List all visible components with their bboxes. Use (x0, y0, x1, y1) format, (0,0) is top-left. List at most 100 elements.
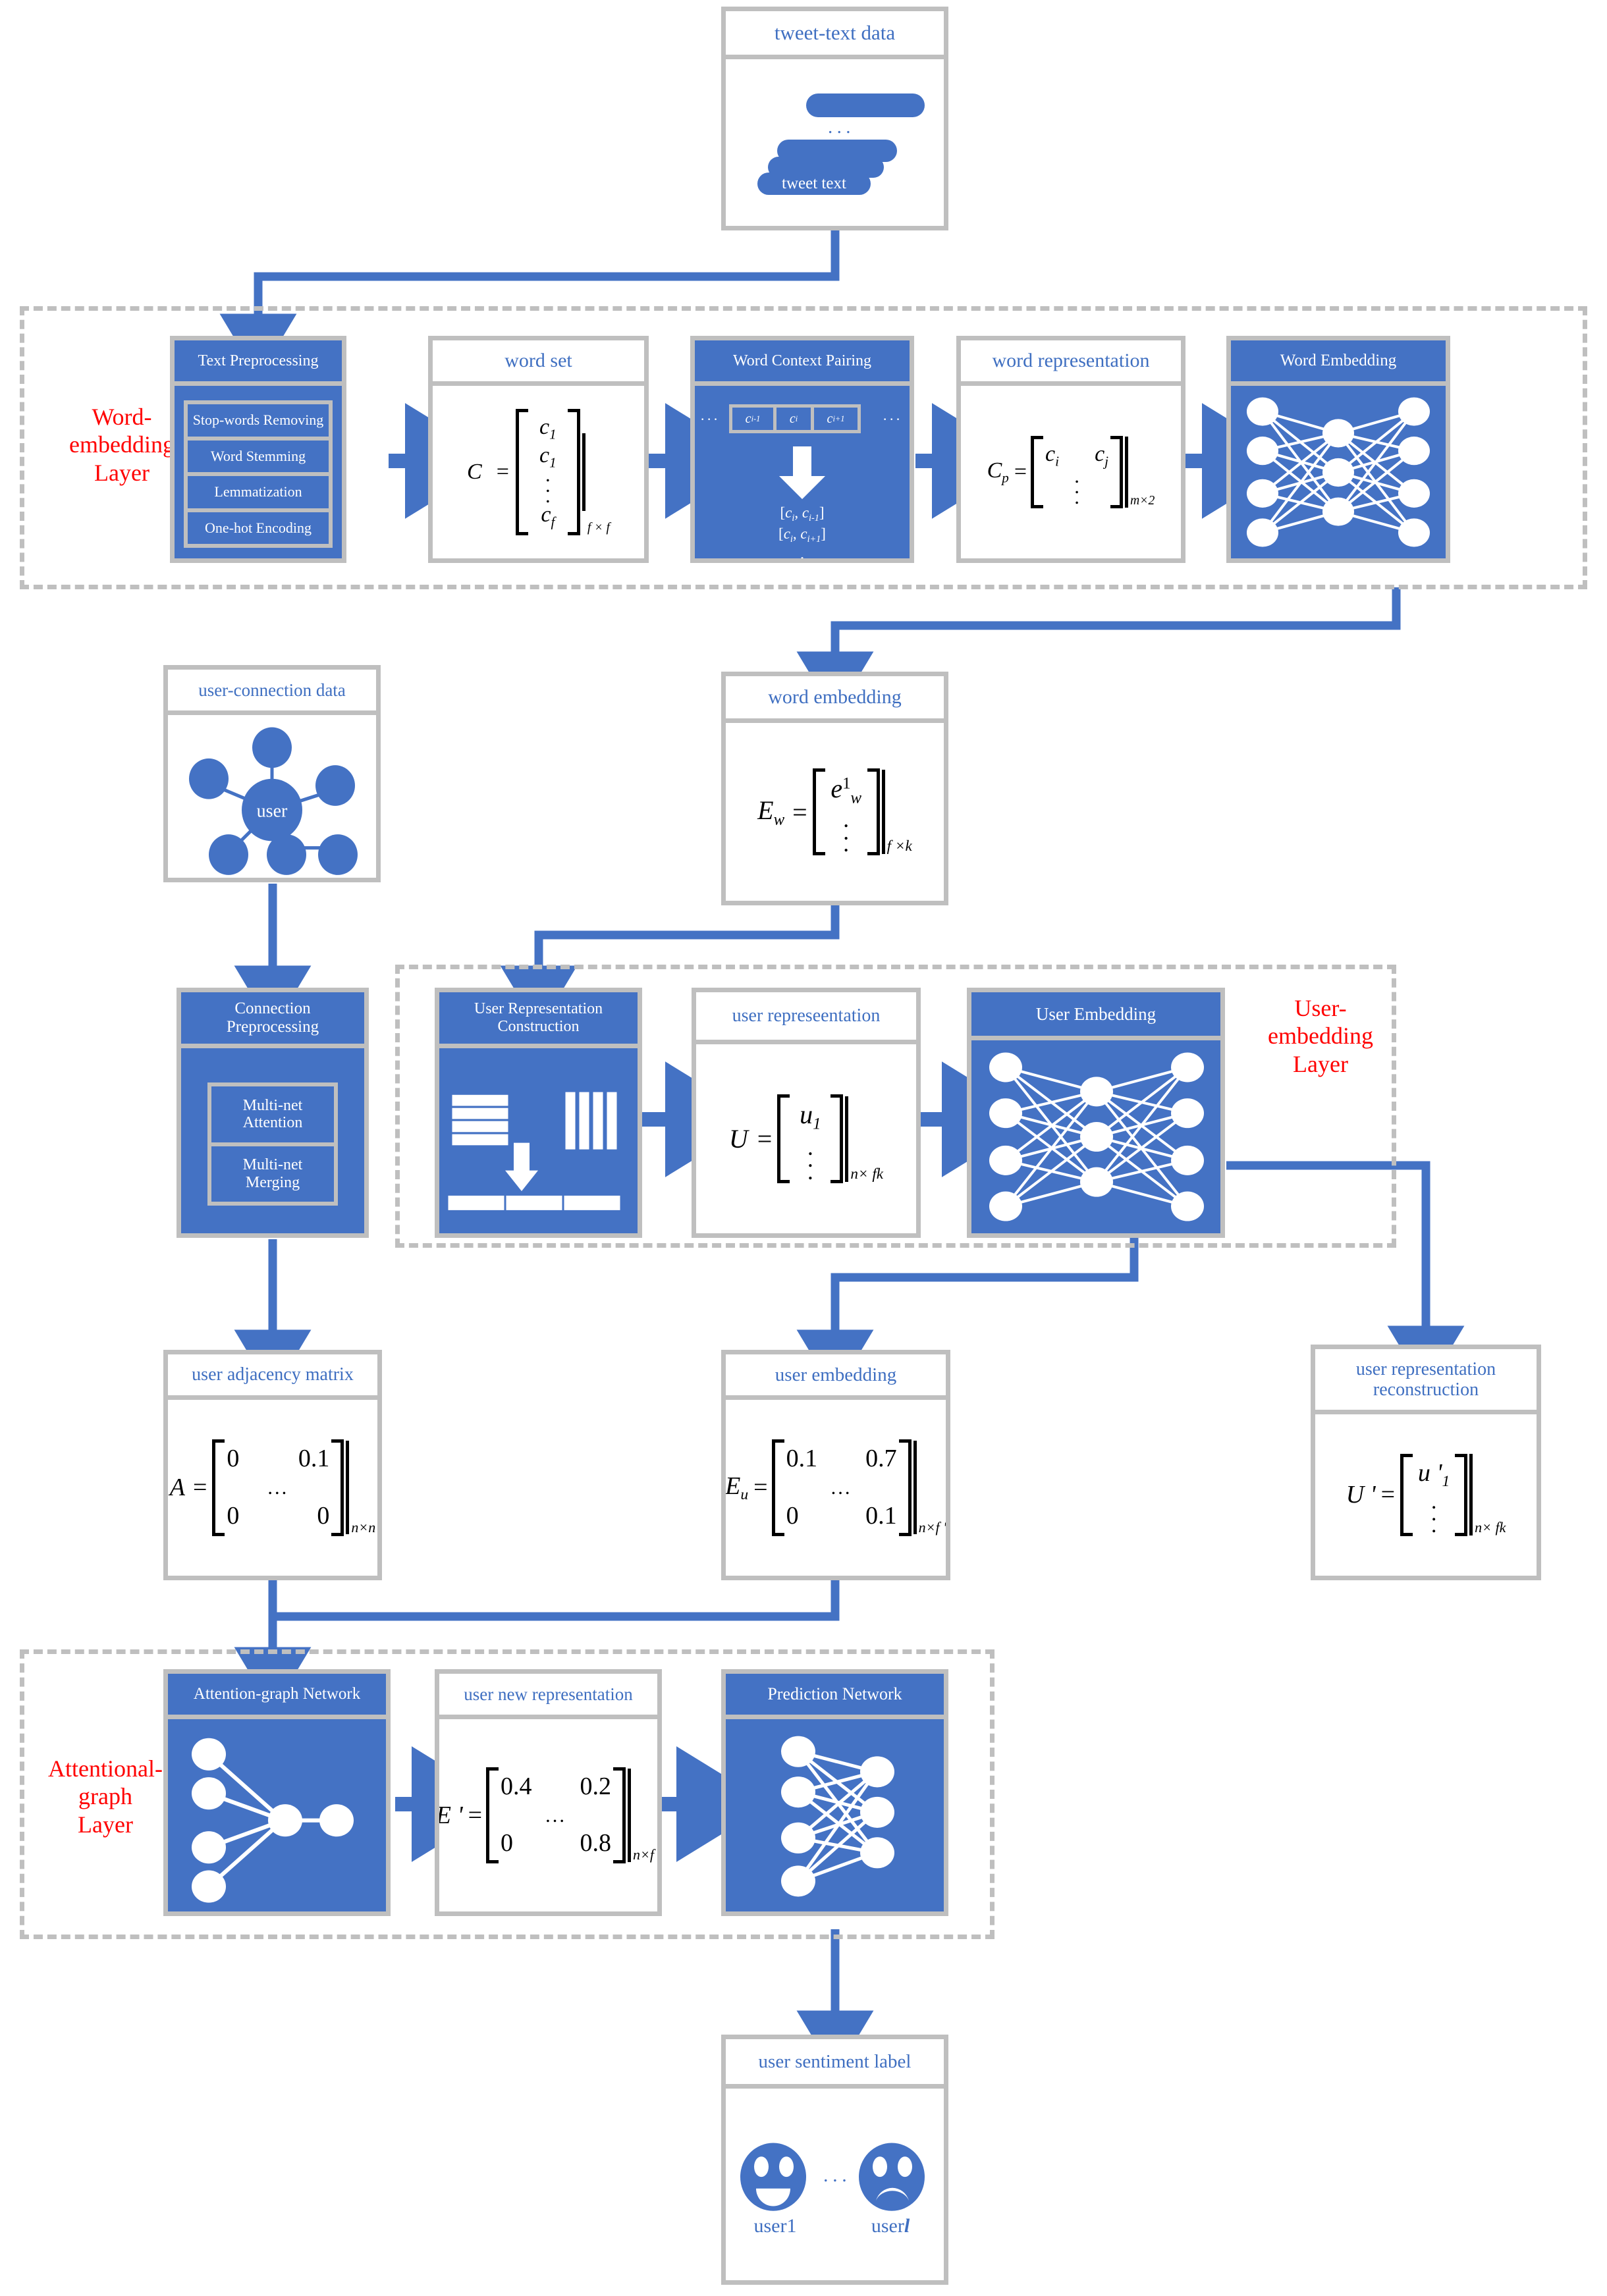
user-embedding-network-body (971, 1040, 1220, 1233)
user-connection-data-body: user (168, 715, 376, 878)
preprocessing-steps: Stop-words Removing Word Stemming Lemmat… (184, 400, 333, 548)
attention-graph-network-card: Attention-graph Network (163, 1669, 391, 1916)
step-lemmatization[interactable]: Lemmatization (188, 476, 329, 508)
user-adjacency-matrix-title: user adjacency matrix (168, 1354, 377, 1395)
user-representation-construction-title: User Representation Construction (439, 992, 638, 1044)
user-last-label: userl (871, 2215, 910, 2237)
user-embedding-nn-graphic (989, 1052, 1204, 1221)
word-embedding-network-body (1231, 386, 1446, 558)
wr-lhs: C (987, 458, 1002, 483)
ctx-pair-2: [ci, ci+1] (778, 525, 826, 545)
user-new-representation-body: E ' = 0.4 0.2 ... 0 0.8 n×f ' (439, 1719, 657, 1911)
connection-preprocessing-title: Connection Preprocessing (181, 992, 364, 1044)
user-new-representation-title: user new representation (439, 1674, 657, 1715)
user-embedding-layer-label: User- embedding Layer (1268, 995, 1373, 1077)
prediction-nn-graphic (781, 1736, 894, 1897)
tweet-text-data-body: ... tweet text (726, 59, 944, 226)
user-node-label: user (257, 801, 288, 821)
word-embedding-network-title: Word Embedding (1231, 340, 1446, 381)
user-embedding-network-card: User Embedding (967, 988, 1225, 1238)
word-representation-card: word representation Cp = ci cj ... m×2 (956, 336, 1185, 563)
word-set-body: C = c1 c1 ... cf f × f (433, 386, 644, 558)
diagram-canvas: Word- embedding Layer User- embedding La… (0, 0, 1607, 2296)
user-connection-graph-graphic: user (189, 727, 358, 875)
tweet-bubble-1 (806, 93, 925, 117)
user-representation-body: U = u1 ... n× fk (696, 1044, 916, 1233)
ctx-pairs-vdots: ... (800, 544, 805, 558)
user-representation-reconstruction-card: user representation reconstruction U ' =… (1311, 1345, 1541, 1580)
sentiment-ellipsis: ... (823, 2164, 852, 2186)
user-representation-reconstruction-body: U ' = u '1 ... n× fk (1315, 1414, 1537, 1576)
user-new-representation-card: user new representation E ' = 0.4 0.2 ..… (435, 1669, 662, 1916)
prediction-network-title: Prediction Network (726, 1674, 944, 1715)
word-context-pairing-body: ··· c i-1 ci c i+1 ··· [ci, ci-1] [ci, c… (695, 386, 910, 558)
ctx-cell-next: c i+1 (814, 408, 858, 430)
word-embedding-matrix-title: word embedding (726, 676, 944, 718)
ctx-cell-center: ci (776, 408, 811, 430)
user-adjacency-matrix-card: user adjacency matrix A = 0 0.1 ... 0 0 (163, 1350, 382, 1580)
ctx-right-dots: ··· (883, 411, 902, 427)
ctx-left-dots: ··· (700, 411, 720, 427)
connection-preprocessing-steps: Multi-net Attention Multi-net Merging (207, 1082, 338, 1206)
user-embedding-matrix-card: user embedding Eu = 0.1 0.7 ... 0 0.1 n×… (721, 1350, 950, 1580)
word-set-row3: c (541, 502, 551, 527)
user-sentiment-label-title: user sentiment label (726, 2039, 944, 2084)
connection-preprocessing-body: Multi-net Attention Multi-net Merging (181, 1048, 364, 1233)
attention-graph-network-body (168, 1719, 386, 1911)
user-embedding-matrix-body: Eu = 0.1 0.7 ... 0 0.1 n×f ' (726, 1400, 946, 1576)
word-context-pairing-title: Word Context Pairing (695, 340, 910, 381)
user-embedding-matrix-title: user embedding (726, 1354, 946, 1395)
attention-graph-graphic (192, 1738, 354, 1903)
word-representation-title: word representation (961, 340, 1181, 381)
tweet-ellipsis: ... (828, 117, 855, 138)
user-connection-data-title: user-connection data (168, 670, 376, 710)
text-preprocessing-body: Stop-words Removing Word Stemming Lemmat… (175, 386, 342, 558)
word-set-eq: = (496, 459, 509, 484)
word-embedding-nn-graphic (1247, 397, 1430, 547)
word-set-row3-sub: f (551, 514, 555, 530)
user-representation-card: user represeentation U = u1 ... n× fk (692, 988, 921, 1238)
tweet-text-data-title: tweet-text data (726, 11, 944, 55)
user-first-label: user1 (753, 2215, 797, 2237)
wr-eq: = (1014, 459, 1027, 484)
user-representation-title: user represeentation (696, 992, 916, 1040)
attention-graph-network-title: Attention-graph Network (168, 1674, 386, 1715)
ctx-pair-1: [ci, ci-1] (780, 504, 825, 523)
word-embedding-matrix-body: Ew = e1w ... f ×k (726, 723, 944, 901)
word-set-row1-sub: 1 (549, 426, 557, 442)
step-multi-net-attention[interactable]: Multi-net Attention (211, 1086, 334, 1142)
wr-dim: m×2 (1130, 493, 1155, 508)
word-set-card: word set C = c1 c1 ... cf f × f (428, 336, 649, 563)
text-preprocessing-card: Text Preprocessing Stop-words Removing W… (170, 336, 346, 563)
word-representation-body: Cp = ci cj ... m×2 (961, 386, 1181, 558)
prediction-network-body (726, 1719, 944, 1911)
step-word-stemming[interactable]: Word Stemming (188, 440, 329, 472)
sad-face-icon (859, 2143, 925, 2211)
word-context-pairing-card: Word Context Pairing ··· c i-1 ci c i+1 ··… (690, 336, 914, 563)
user-connection-data-card: user-connection data user (163, 665, 381, 882)
step-stop-words-removing[interactable]: Stop-words Removing (188, 404, 329, 437)
word-set-dim: f × f (587, 520, 610, 535)
connection-preprocessing-card: Connection Preprocessing Multi-net Atten… (177, 988, 369, 1238)
wr-lhs-sub: p (1002, 469, 1009, 486)
word-set-row1: c (539, 415, 550, 440)
user-sentiment-label-card: user sentiment label ... user1 userl (721, 2035, 948, 2285)
text-preprocessing-title: Text Preprocessing (175, 340, 342, 381)
step-multi-net-merging[interactable]: Multi-net Merging (211, 1146, 334, 1202)
urc-graphic (446, 1090, 622, 1213)
step-one-hot-encoding[interactable]: One-hot Encoding (188, 512, 329, 544)
word-set-title: word set (433, 340, 644, 381)
tweet-text-data-card: tweet-text data ... tweet text (721, 7, 948, 230)
user-embedding-network-title: User Embedding (971, 992, 1220, 1036)
ctx-cell-prev: c i-1 (732, 408, 773, 430)
user-sentiment-label-body: ... user1 userl (726, 2089, 944, 2280)
word-embedding-network-card: Word Embedding (1226, 336, 1450, 563)
user-representation-construction-card: User Representation Construction (435, 988, 642, 1238)
user-adjacency-matrix-body: A = 0 0.1 ... 0 0 n×n (168, 1400, 377, 1576)
context-window: c i-1 ci c i+1 (729, 404, 861, 433)
word-set-row2-sub: 1 (549, 454, 557, 471)
user-representation-construction-body (439, 1048, 638, 1233)
attentional-graph-layer-label: Attentional- graph Layer (48, 1755, 163, 1838)
word-set-lhs: C (467, 459, 482, 484)
word-set-vdots: ... (545, 464, 551, 508)
